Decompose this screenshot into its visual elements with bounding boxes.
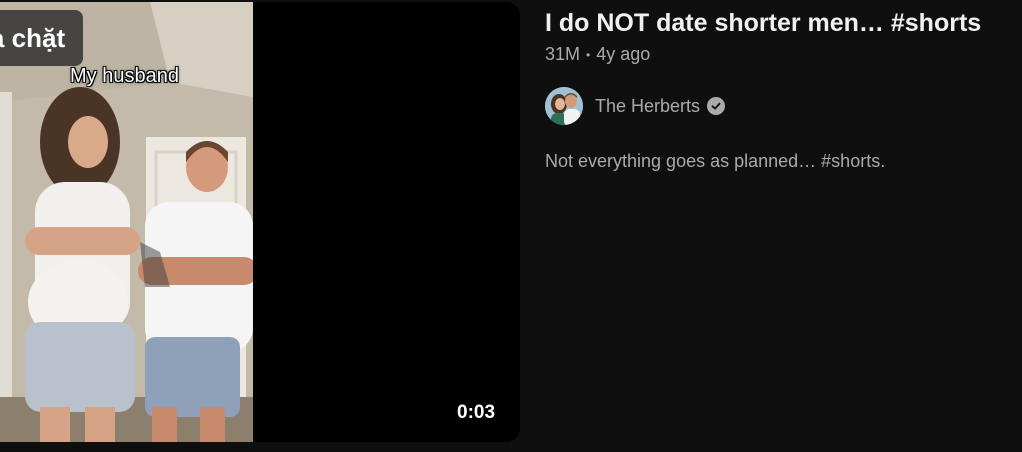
channel-name[interactable]: The Herberts [595, 96, 700, 117]
verified-check-icon [707, 97, 726, 115]
video-description-snippet: Not everything goes as planned… #shorts. [545, 151, 886, 171]
thumbnail-caption: My husband [70, 65, 179, 87]
meta-separator: • [586, 47, 591, 62]
video-metadata: 31M • 4y ago [545, 44, 1015, 65]
video-thumbnail[interactable]: à chặt My husband 0:03 [0, 2, 520, 442]
upload-age: 4y ago [596, 44, 651, 64]
channel-link[interactable]: The Herberts [545, 87, 1015, 125]
video-result-row[interactable]: à chặt My husband 0:03 I do NOT date sho… [0, 0, 1022, 452]
video-title[interactable]: I do NOT date shorter men… #shorts [545, 6, 1015, 40]
overlay-text: à chặt [0, 22, 66, 53]
thumbnail-letterbox [253, 2, 520, 442]
view-count: 31M [545, 44, 581, 64]
avatar-image-icon [545, 87, 583, 125]
thumbnail-overlay-tag: à chặt [0, 10, 84, 66]
video-details: I do NOT date shorter men… #shorts 31M •… [545, 6, 1015, 172]
channel-avatar[interactable] [545, 87, 583, 125]
duration-badge: 0:03 [452, 400, 501, 426]
